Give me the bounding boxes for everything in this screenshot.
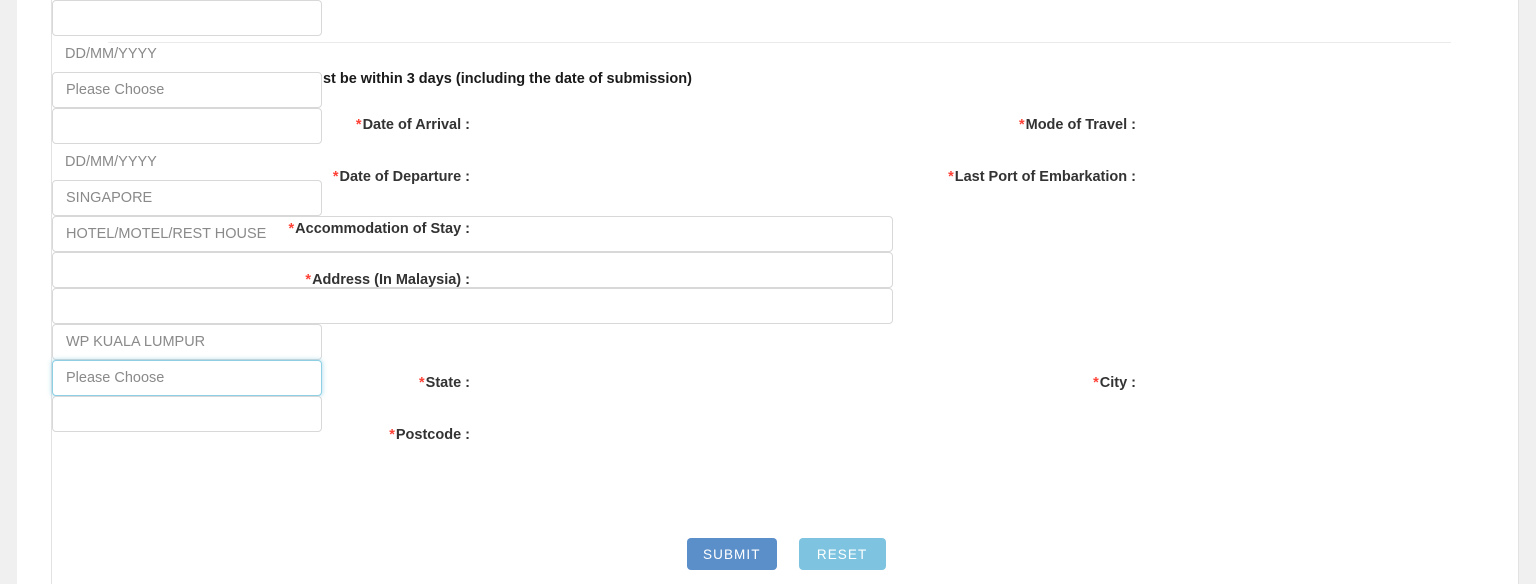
required-asterisk: * <box>1018 116 1025 133</box>
accommodation-of-stay-select[interactable]: HOTEL/MOTEL/REST HOUSE <box>52 216 893 252</box>
date-of-arrival-label: *Date of Arrival : <box>356 118 470 133</box>
city-label-text: City : <box>1099 374 1136 391</box>
last-port-of-embarkation-label-wrap: *Last Port of Embarkation : <box>752 159 1136 195</box>
mode-of-travel-label-wrap: *Mode of Travel : <box>752 107 1136 143</box>
address-label-text: Address (In Malaysia) : <box>312 271 470 288</box>
form-panel: Traveling Information ** Please note tha… <box>51 0 1519 584</box>
address-label-wrap: *Address (In Malaysia) : <box>212 262 470 298</box>
state-label-text: State : <box>425 374 470 391</box>
required-asterisk: * <box>1093 374 1099 391</box>
required-asterisk: * <box>355 116 362 133</box>
last-port-of-embarkation-label: *Last Port of Embarkation : <box>948 170 1136 185</box>
date-of-departure-label-wrap: *Date of Departure : <box>266 159 470 195</box>
date-of-arrival-input[interactable] <box>52 0 322 36</box>
date-of-departure-label: *Date of Departure : <box>333 170 470 185</box>
address-line-1-input[interactable] <box>52 252 893 288</box>
required-asterisk: * <box>389 426 395 443</box>
traveling-information-form: *Date of Arrival : DD/MM/YYYY *Mode of T… <box>52 0 1520 584</box>
required-asterisk: * <box>948 168 954 185</box>
accommodation-of-stay-label-text: Accommodation of Stay : <box>295 220 470 237</box>
required-asterisk: * <box>305 271 312 288</box>
city-label-wrap: *City : <box>932 365 1136 401</box>
last-port-of-embarkation-label-text: Last Port of Embarkation : <box>954 168 1136 185</box>
accommodation-of-stay-label-wrap: *Accommodation of Stay : <box>212 211 470 247</box>
address-label: *Address (In Malaysia) : <box>305 273 470 288</box>
state-label: *State : <box>419 376 470 391</box>
date-of-arrival-label-wrap: *Date of Arrival : <box>266 107 470 143</box>
postcode-label: *Postcode : <box>389 428 470 443</box>
mode-of-travel-select[interactable]: Please Choose <box>52 72 322 108</box>
mode-of-travel-label-text: Mode of Travel : <box>1025 116 1136 133</box>
state-select[interactable]: WP KUALA LUMPUR <box>52 324 322 360</box>
accommodation-of-stay-label: *Accommodation of Stay : <box>289 222 470 237</box>
city-label: *City : <box>1093 376 1136 391</box>
date-of-departure-label-text: Date of Departure : <box>339 168 470 185</box>
page-background: Traveling Information ** Please note tha… <box>0 0 1536 584</box>
form-actions: SUBMIT RESET <box>687 538 886 570</box>
mode-of-travel-label: *Mode of Travel : <box>1019 118 1136 133</box>
submit-button[interactable]: SUBMIT <box>687 538 777 570</box>
state-label-wrap: *State : <box>266 365 470 401</box>
address-line-2-input[interactable] <box>52 288 893 324</box>
postcode-label-text: Postcode : <box>395 426 470 443</box>
postcode-label-wrap: *Postcode : <box>266 417 470 453</box>
required-asterisk: * <box>332 168 339 185</box>
page-outer-shell: Traveling Information ** Please note tha… <box>17 0 1519 584</box>
date-of-arrival-placeholder: DD/MM/YYYY <box>65 46 157 62</box>
required-asterisk: * <box>288 220 295 237</box>
required-asterisk: * <box>419 374 425 391</box>
reset-button[interactable]: RESET <box>798 538 886 570</box>
date-of-arrival-label-text: Date of Arrival : <box>362 116 470 133</box>
